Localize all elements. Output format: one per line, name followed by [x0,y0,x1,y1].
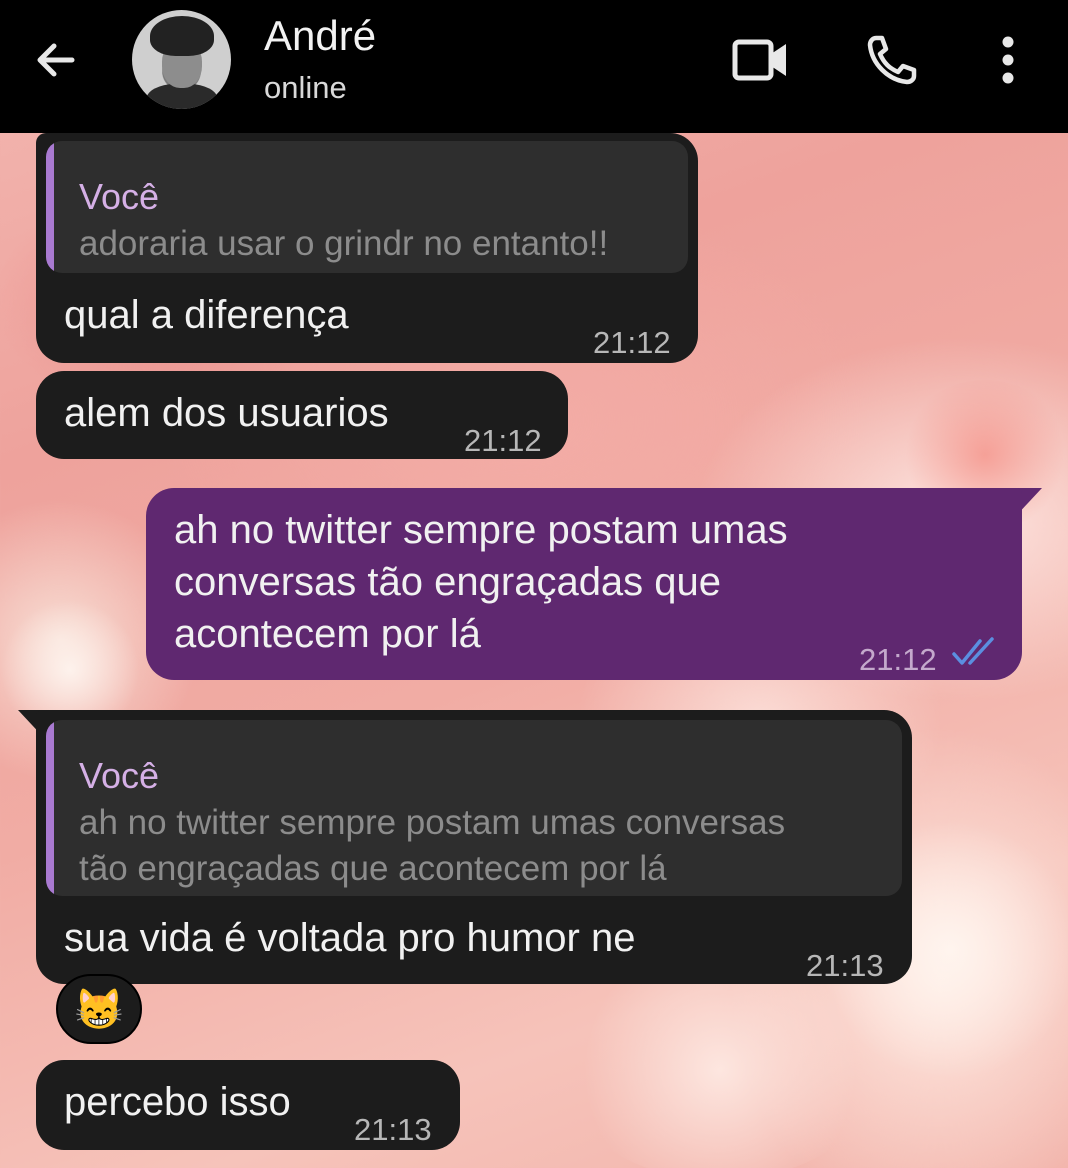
message-text-line: acontecem por lá [174,612,481,656]
chat-header: André online [0,0,1068,133]
message-time: 21:13 [806,948,884,983]
message-reaction[interactable]: 😸 [56,974,142,1044]
message-text-line: conversas tão engraçadas que [174,560,722,604]
reply-text: adoraria usar o grindr no entanto!! [79,224,609,263]
message-text: qual a diferença [64,293,349,337]
phone-call-icon [867,35,917,85]
voice-call-button[interactable] [860,28,924,92]
more-options-button[interactable] [976,28,1040,92]
reply-quote[interactable]: Você ah no twitter sempre postam umas co… [46,720,902,896]
message-bubble-outgoing[interactable]: ah no twitter sempre postam umas convers… [146,488,1022,680]
message-bubble-incoming[interactable]: percebo isso 21:13 [36,1060,460,1150]
message-bubble-incoming[interactable]: alem dos usuarios 21:12 [36,371,568,459]
message-text: percebo isso [64,1080,291,1124]
message-time: 21:12 [464,423,542,458]
message-time: 21:12 [859,642,937,677]
reply-quote[interactable]: Você adoraria usar o grindr no entanto!! [46,141,688,273]
message-bubble-incoming[interactable]: Você ah no twitter sempre postam umas co… [36,710,912,984]
message-bubble-incoming[interactable]: Você adoraria usar o grindr no entanto!!… [36,133,698,363]
video-call-icon [732,39,786,81]
message-text: sua vida é voltada pro humor ne [64,916,636,960]
reply-text-line: tão engraçadas que acontecem por lá [79,849,667,888]
video-call-button[interactable] [728,28,792,92]
grinning-cat-emoji: 😸 [74,987,124,1032]
more-options-icon [1002,36,1014,84]
back-button[interactable] [28,32,84,88]
contact-status: online [264,70,347,105]
contact-name[interactable]: André [264,12,376,60]
reply-text-line: ah no twitter sempre postam umas convers… [79,803,786,842]
message-time: 21:12 [593,325,671,360]
double-check-read-icon [952,637,994,665]
reply-author: Você [79,176,160,217]
message-text-line: ah no twitter sempre postam umas [174,508,788,552]
message-text: alem dos usuarios [64,391,389,435]
back-arrow-icon [37,43,75,77]
reply-author: Você [79,755,160,796]
message-time: 21:13 [354,1112,432,1147]
contact-avatar[interactable] [132,10,231,109]
